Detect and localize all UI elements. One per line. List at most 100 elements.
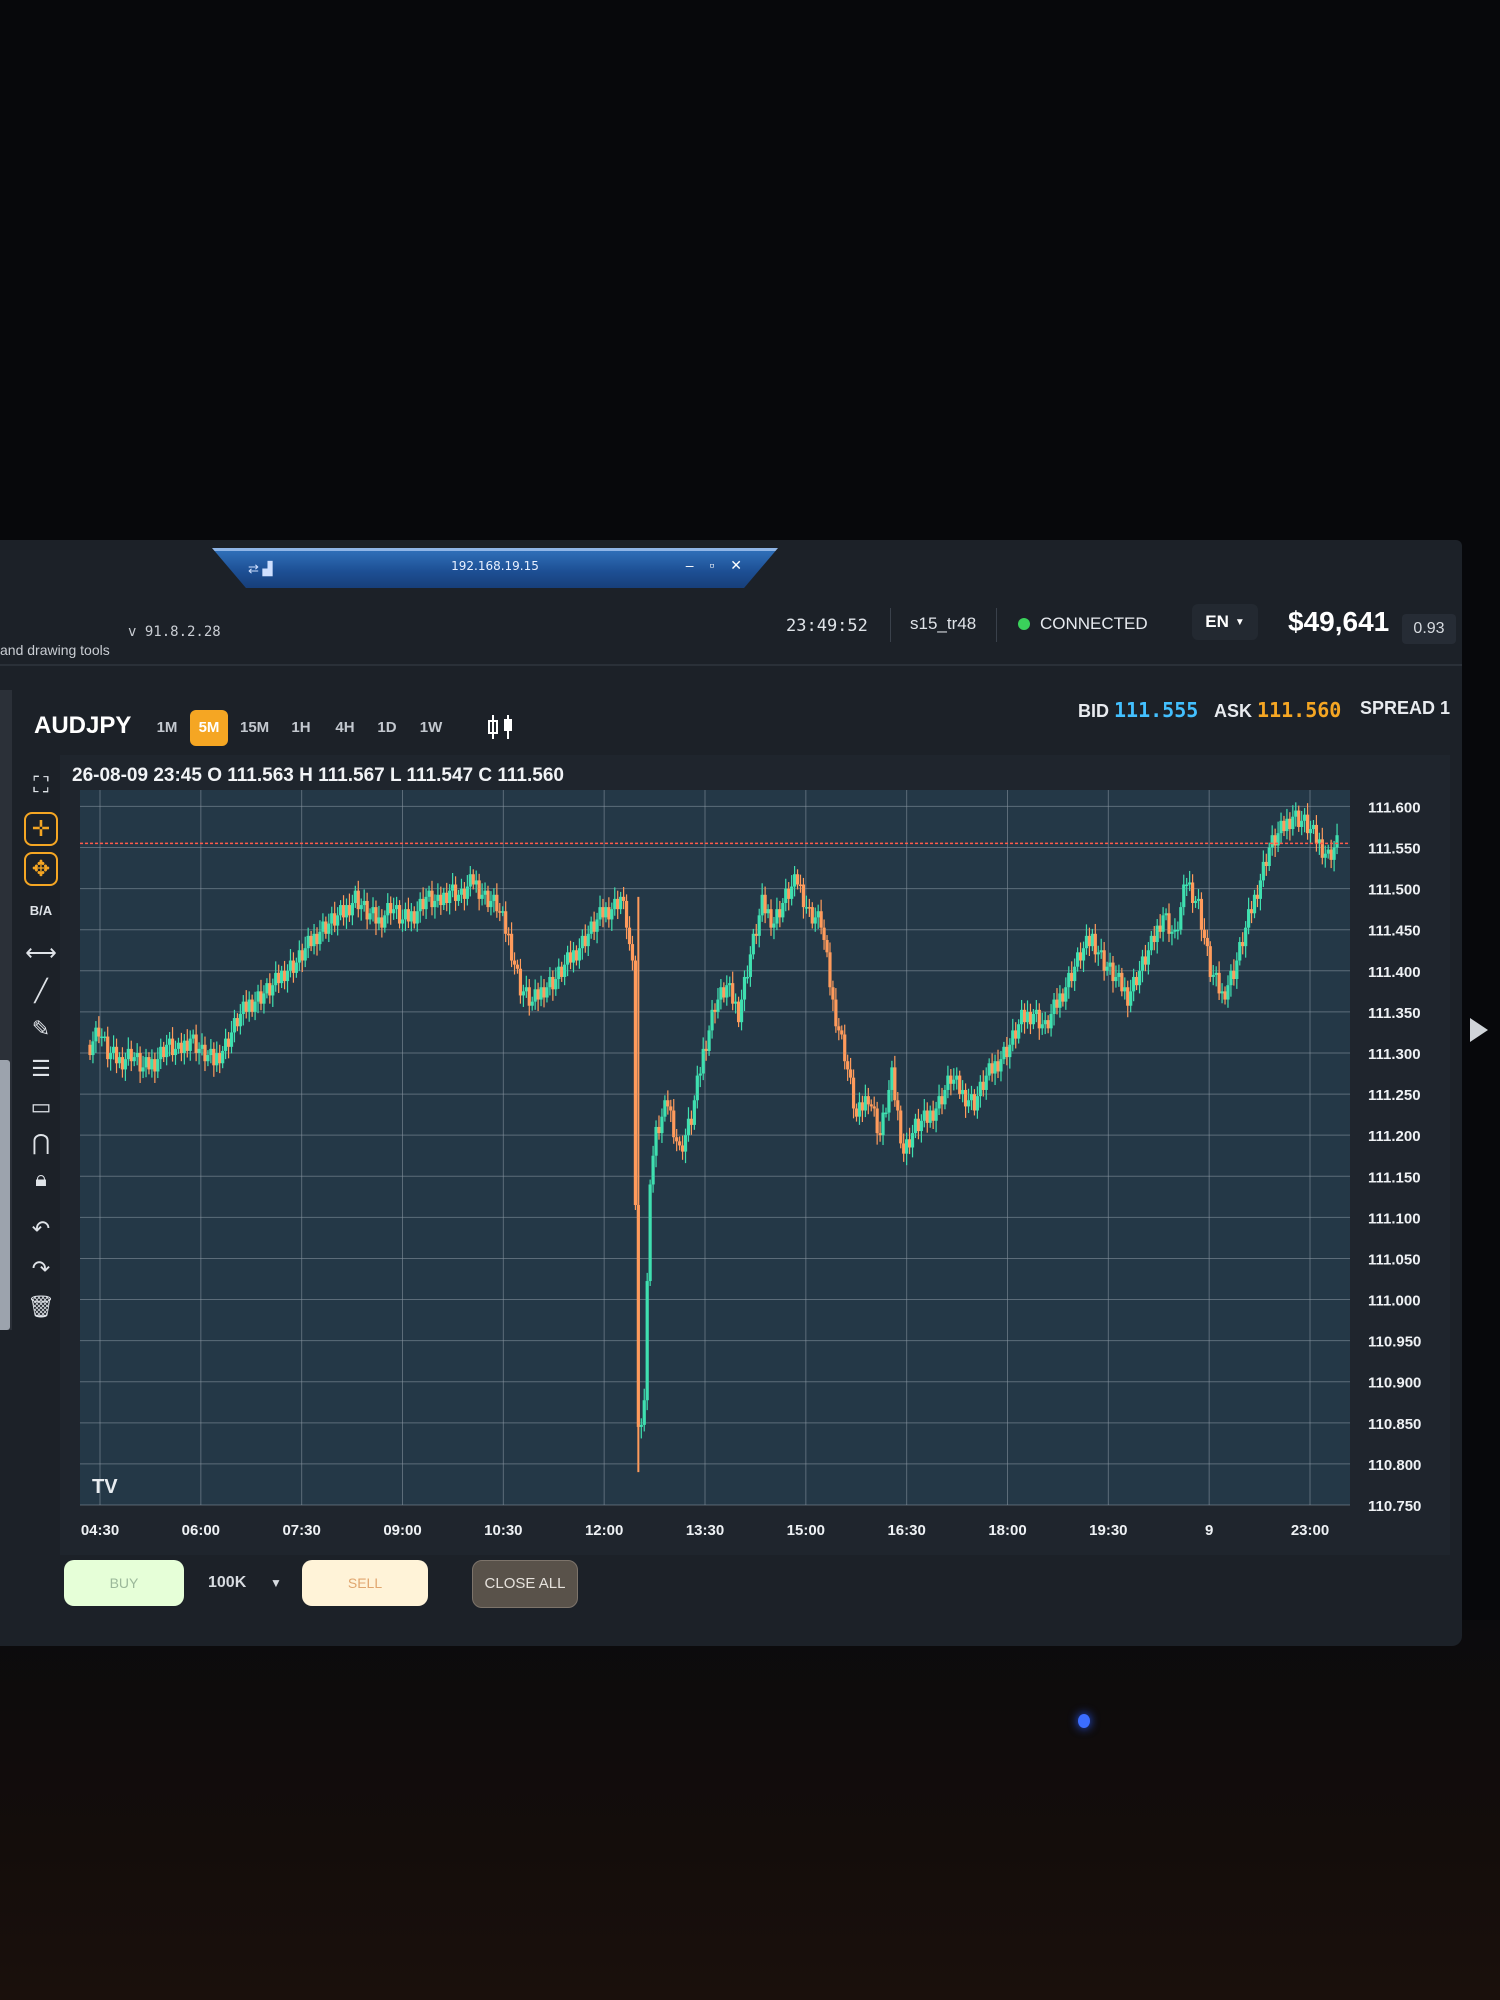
candle-body — [642, 1400, 646, 1425]
y-tick-label: 111.450 — [1368, 923, 1421, 940]
crosshair-icon[interactable]: ✛ — [24, 812, 58, 846]
remote-window-controls[interactable]: – ▫ ✕ — [686, 557, 748, 574]
candle-body — [1170, 931, 1174, 934]
candle-body — [680, 1145, 685, 1152]
chart-type-candle-icon[interactable] — [484, 712, 518, 742]
symbol-name[interactable]: AUDJPY — [34, 712, 131, 740]
candle-body — [111, 1046, 116, 1053]
timeframe-1m[interactable]: 1M — [148, 710, 186, 746]
candle-body — [958, 1075, 962, 1095]
candle-body — [778, 909, 782, 918]
close-all-button[interactable]: CLOSE ALL — [472, 1560, 578, 1608]
language-select[interactable]: EN ▼ — [1192, 604, 1258, 640]
remote-desktop-bar[interactable]: ⇄ ▟ 192.168.19.15 – ▫ ✕ — [212, 548, 778, 588]
candle-body — [365, 900, 369, 920]
candle-body — [999, 1059, 1003, 1072]
candle-body — [303, 948, 307, 961]
candle-body — [362, 900, 366, 906]
candle-body — [940, 1096, 944, 1105]
x-tick-label: 23:00 — [1291, 1522, 1329, 1539]
candle-body — [657, 1126, 661, 1134]
candle-body — [1129, 991, 1133, 1006]
timeframe-1h[interactable]: 1H — [282, 710, 320, 746]
candle-body — [132, 1057, 136, 1062]
candle-body — [153, 1059, 157, 1072]
candle-body — [1258, 880, 1263, 899]
candle-body — [1049, 1013, 1053, 1029]
undo-icon[interactable]: ↶ — [24, 1212, 58, 1246]
candle-body — [256, 991, 260, 1002]
candle-body — [675, 1137, 679, 1142]
candle-body — [347, 905, 352, 916]
candle-body — [477, 880, 481, 899]
y-tick-label: 110.950 — [1368, 1334, 1421, 1351]
candle-body — [595, 919, 599, 932]
candle-body — [197, 1048, 201, 1053]
redo-icon[interactable]: ↷ — [24, 1252, 58, 1286]
candle-body — [176, 1042, 181, 1049]
candle-body — [1114, 976, 1118, 982]
chevron-down-icon[interactable]: ▼ — [270, 1576, 282, 1590]
lock-icon[interactable]: 🔒︎ — [24, 1162, 58, 1196]
candle-body — [288, 960, 293, 971]
quantity-select[interactable]: 100K — [208, 1574, 246, 1592]
candle-body — [268, 983, 272, 996]
candle-body — [495, 894, 499, 912]
timeframe-15m[interactable]: 15M — [234, 710, 275, 746]
candle-body — [1267, 847, 1271, 867]
candle-body — [563, 964, 567, 977]
candle-body — [1185, 884, 1189, 887]
candle-body — [648, 1184, 652, 1282]
trash-icon[interactable]: 🗑︎ — [24, 1290, 58, 1324]
candle-body — [1031, 1013, 1035, 1025]
price-chart[interactable]: 111.600 111.550 111.500 111.450 111.400 111.3… — [60, 755, 1450, 1555]
candle-body — [1179, 907, 1183, 930]
magnet-icon[interactable]: ⋂ — [24, 1126, 58, 1160]
candle-body — [1285, 818, 1289, 832]
y-tick-label: 111.500 — [1368, 882, 1421, 899]
candle-body — [571, 950, 576, 963]
candle-body — [660, 1116, 664, 1134]
fullscreen-icon[interactable]: ⛶ — [24, 768, 58, 802]
candle-body — [955, 1075, 959, 1080]
horizontal-ray-icon[interactable]: ⟷ — [24, 936, 58, 970]
fib-lines-icon[interactable]: ☰ — [24, 1052, 58, 1086]
timeframe-1w[interactable]: 1W — [412, 710, 450, 746]
candle-body — [1255, 894, 1260, 899]
timeframe-5m[interactable]: 5M — [190, 710, 228, 746]
candle-body — [1205, 937, 1209, 947]
candle-body — [560, 966, 564, 977]
candle-body — [825, 939, 829, 953]
candle-body — [722, 987, 726, 998]
candle-body — [144, 1057, 148, 1068]
pencil-icon[interactable]: ✎ — [24, 1012, 58, 1046]
candle-body — [969, 1094, 974, 1101]
sell-button[interactable]: SELL — [302, 1560, 428, 1606]
rectangle-icon[interactable]: ▭ — [24, 1090, 58, 1124]
candle-body — [736, 1001, 741, 1023]
candle-body — [651, 1155, 655, 1185]
timeframe-1d[interactable]: 1D — [368, 710, 406, 746]
timeframe-4h[interactable]: 4H — [326, 710, 364, 746]
candle-body — [1155, 925, 1159, 943]
candle-body — [975, 1096, 979, 1111]
candle-body — [577, 948, 581, 961]
left-scroll-panel[interactable] — [0, 1060, 10, 1330]
candle-body — [106, 1036, 110, 1060]
candle-body — [291, 960, 296, 973]
candle-body — [781, 903, 785, 918]
bid-ask-toggle[interactable]: B/A — [24, 894, 58, 928]
candle-body — [784, 888, 788, 904]
candle-body — [763, 894, 767, 914]
candle-body — [996, 1061, 1000, 1072]
candle-body — [583, 935, 587, 947]
chart-canvas[interactable]: 111.600 111.550 111.500 111.450 111.400 111.3… — [60, 755, 1450, 1555]
balance-change-badge: 0.93 — [1402, 614, 1456, 644]
candle-body — [896, 1100, 900, 1111]
trendline-icon[interactable]: ╱ — [24, 974, 58, 1008]
candle-body — [218, 1052, 222, 1064]
move-icon[interactable]: ✥ — [24, 852, 58, 886]
candle-body — [568, 952, 573, 963]
candle-body — [1111, 962, 1115, 982]
buy-button[interactable]: BUY — [64, 1560, 184, 1606]
